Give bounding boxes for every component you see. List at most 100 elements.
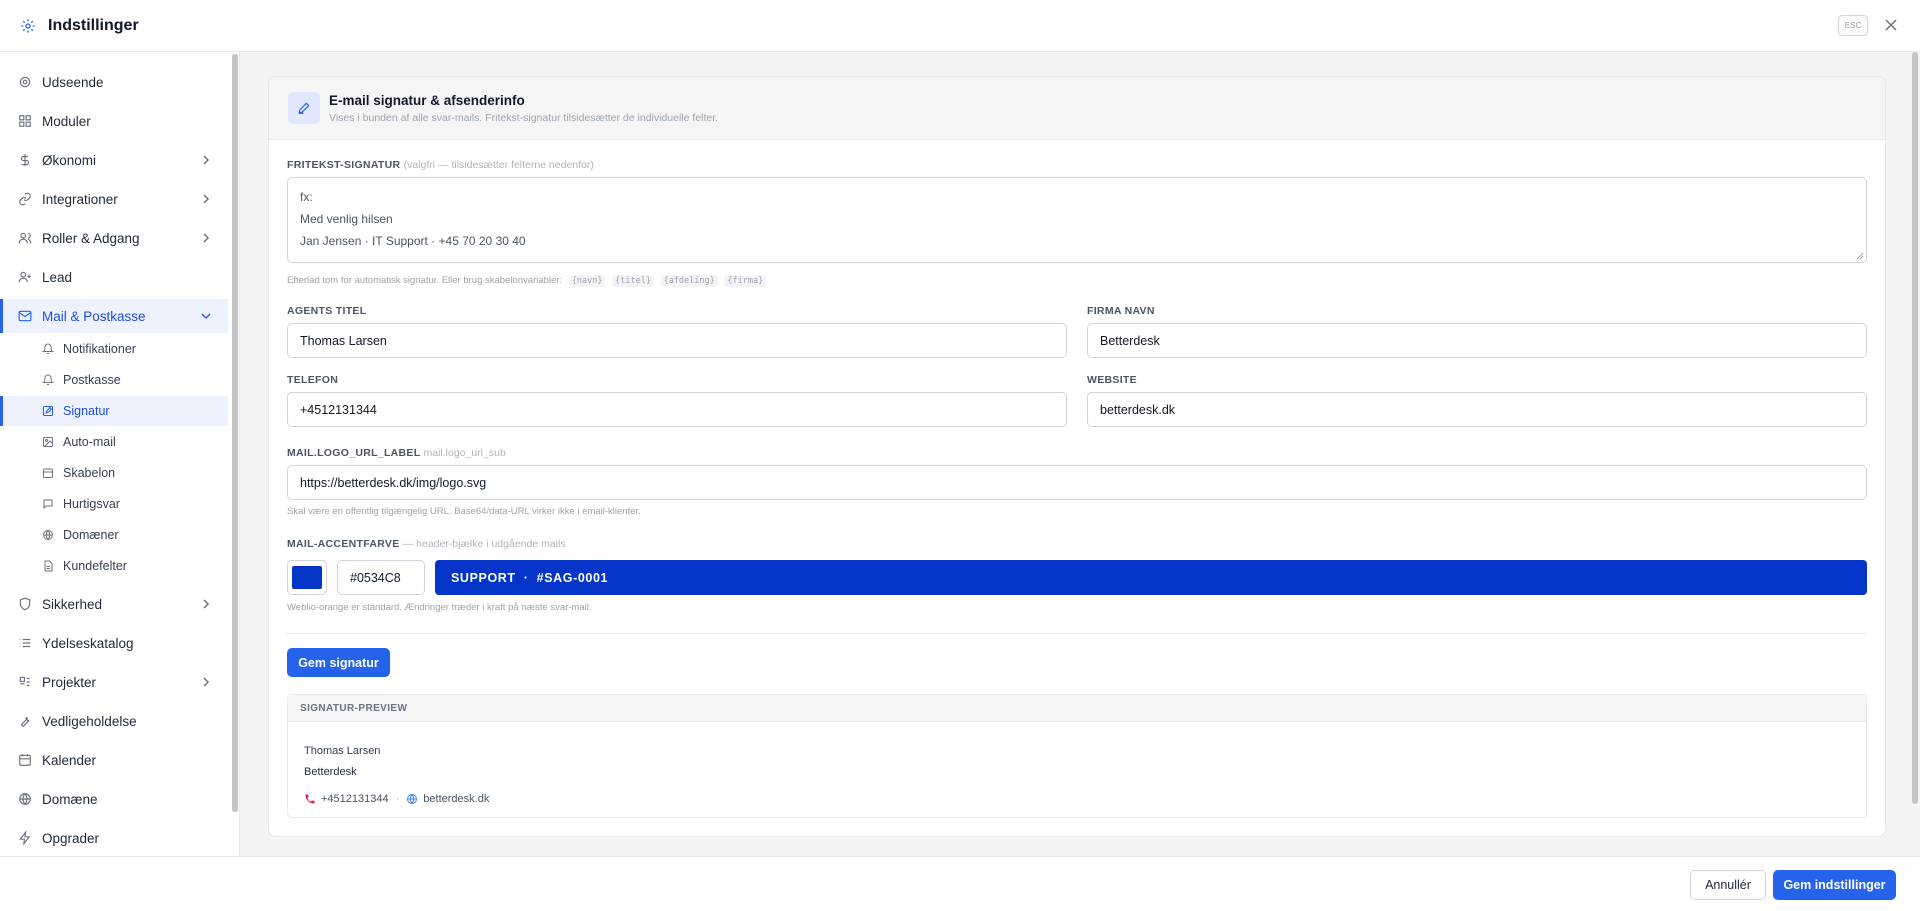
sidebar-item-label: Ydelseskatalog xyxy=(42,635,134,651)
sidebar-item-mail-postkasse[interactable]: Mail & Postkasse xyxy=(0,299,228,333)
settings-footer: Annullér Gem indstillinger xyxy=(0,856,1920,911)
logo-url-label-note: mail.logo_url_sub xyxy=(423,447,506,459)
sidebar-subitem-kundefelter[interactable]: Kundefelter xyxy=(0,551,228,581)
wrench-icon xyxy=(17,714,32,729)
sidebar-item-opgrader[interactable]: Opgrader xyxy=(0,821,228,855)
save-settings-button[interactable]: Gem indstillinger xyxy=(1773,870,1896,900)
phone-label: TELEFON xyxy=(287,374,339,386)
template-var: {afdeling} xyxy=(660,275,718,287)
freetext-label-note: (valgfri — tilsidesætter felterne nedenf… xyxy=(403,159,594,171)
sidebar-item-projekter[interactable]: Projekter xyxy=(0,665,228,699)
signature-preview: SIGNATUR-PREVIEW Thomas Larsen Betterdes… xyxy=(287,694,1867,818)
company-name-input[interactable]: Betterdesk xyxy=(1087,323,1867,358)
close-button[interactable] xyxy=(1882,16,1900,34)
accent-color-label: MAIL-ACCENTFARVE — header-bjælke i udgåe… xyxy=(287,538,566,550)
sidebar-item-sikkerhed[interactable]: Sikkerhed xyxy=(0,587,228,621)
sidebar-item-integrationer[interactable]: Integrationer xyxy=(0,182,228,216)
sidebar-subitem-postkasse[interactable]: Postkasse xyxy=(0,365,228,395)
calendar-icon xyxy=(41,467,54,480)
gear-icon xyxy=(21,18,35,33)
bell-icon xyxy=(41,374,54,387)
chevron-right-icon xyxy=(203,677,210,687)
main-scrollbar[interactable] xyxy=(1912,52,1918,804)
template-var: {firma} xyxy=(724,275,767,287)
template-var: {titel} xyxy=(612,275,654,287)
placeholder-line: Med venlig hilsen xyxy=(300,212,393,226)
user-plus-icon xyxy=(17,270,32,285)
color-picker-button[interactable] xyxy=(287,560,327,595)
sidebar-subitem-skabelon[interactable]: Skabelon xyxy=(0,458,228,488)
sidebar-item-ydelseskatalog[interactable]: Ydelseskatalog xyxy=(0,626,228,660)
chevron-down-icon xyxy=(201,313,211,320)
chevron-right-icon xyxy=(203,233,210,243)
sidebar-subitem-auto-mail[interactable]: Auto-mail xyxy=(0,427,228,457)
accent-banner-preview: SUPPORT · #SAG-0001 xyxy=(435,560,1867,595)
phone-input[interactable]: +4512131344 xyxy=(287,392,1067,427)
dollar-icon xyxy=(17,153,32,168)
color-swatch xyxy=(292,566,322,589)
pencil-icon xyxy=(288,92,320,124)
image-icon xyxy=(41,436,54,449)
sidebar-subitem-label: Domæner xyxy=(63,528,119,542)
save-signature-button[interactable]: Gem signatur xyxy=(287,648,390,677)
shield-icon xyxy=(17,597,32,612)
gear-icon xyxy=(17,75,32,90)
settings-header: Indstillinger xyxy=(0,0,1920,52)
sidebar-subitem-label: Kundefelter xyxy=(63,559,127,573)
freetext-signature-textarea[interactable]: fx: Med venlig hilsen Jan Jensen · IT Su… xyxy=(287,177,1867,263)
sidebar-item-kalender[interactable]: Kalender xyxy=(0,743,228,777)
sidebar-item-roller-adgang[interactable]: Roller & Adgang xyxy=(0,221,228,255)
sidebar-item-label: Kalender xyxy=(42,752,97,768)
sidebar-subitem-label: Hurtigsvar xyxy=(63,497,120,511)
preview-website: betterdesk.dk xyxy=(423,793,490,805)
link-icon xyxy=(17,192,32,207)
sidebar-item-lead[interactable]: Lead xyxy=(0,260,228,294)
logo-url-input[interactable]: https://betterdesk.dk/img/logo.svg xyxy=(287,465,1867,500)
file-icon xyxy=(41,560,54,573)
agent-title-input[interactable]: Thomas Larsen xyxy=(287,323,1067,358)
company-name-label: FIRMA NAVN xyxy=(1087,305,1155,317)
preview-contact: +4512131344 · betterdesk.dk xyxy=(304,793,489,805)
users-icon xyxy=(17,231,32,246)
resize-handle-icon[interactable] xyxy=(1856,252,1864,260)
sidebar-item-okonomi[interactable]: Økonomi xyxy=(0,143,228,177)
sidebar-subitem-signatur[interactable]: Signatur xyxy=(0,396,228,426)
sidebar-item-moduler[interactable]: Moduler xyxy=(0,104,228,138)
accent-hint: Weblio-orange er standard. Ændringer træ… xyxy=(287,602,592,613)
sidebar-subitem-domaener[interactable]: Domæner xyxy=(0,520,228,550)
website-input[interactable]: betterdesk.dk xyxy=(1087,392,1867,427)
placeholder-line: fx: xyxy=(300,190,313,204)
card-title: E-mail signatur & afsenderinfo xyxy=(329,93,525,108)
template-var: {navn} xyxy=(568,275,606,287)
sidebar-item-label: Integrationer xyxy=(42,191,118,207)
sidebar-item-label: Sikkerhed xyxy=(42,596,103,612)
globe-icon xyxy=(17,792,32,807)
sidebar-scrollbar[interactable] xyxy=(233,54,238,812)
edit-icon xyxy=(41,405,54,418)
chevron-right-icon xyxy=(203,194,210,204)
logo-url-label: MAIL.LOGO_URL_LABEL mail.logo_url_sub xyxy=(287,447,506,459)
sidebar-subitem-label: Skabelon xyxy=(63,466,116,480)
sidebar-subitem-notifikationer[interactable]: Notifikationer xyxy=(0,334,228,364)
esc-key-hint: ESC xyxy=(1838,15,1868,36)
bell-icon xyxy=(41,343,54,356)
preview-company: Betterdesk xyxy=(304,766,357,778)
card-subtitle: Vises i bunden af alle svar-mails. Frite… xyxy=(329,112,719,124)
preview-name: Thomas Larsen xyxy=(304,745,381,757)
sidebar-item-domaene[interactable]: Domæne xyxy=(0,782,228,816)
freetext-hint: Efterlad tom for automatisk signatur. El… xyxy=(287,275,767,287)
preview-separator: · xyxy=(395,793,400,805)
preview-phone: +4512131344 xyxy=(321,793,389,805)
sidebar-subitem-hurtigsvar[interactable]: Hurtigsvar xyxy=(0,489,228,519)
bolt-icon xyxy=(17,831,32,846)
project-icon xyxy=(17,675,32,690)
sidebar-item-vedligeholdelse[interactable]: Vedligeholdelse xyxy=(0,704,228,738)
sidebar-item-udseende[interactable]: Udseende xyxy=(0,65,228,99)
preview-heading: SIGNATUR-PREVIEW xyxy=(288,695,1866,722)
freetext-label: FRITEKST-SIGNATUR (valgfri — tilsidesætt… xyxy=(287,159,594,171)
accent-hex-input[interactable]: #0534C8 xyxy=(337,560,425,595)
globe-icon xyxy=(41,529,54,542)
sidebar-item-label: Lead xyxy=(42,269,73,285)
sidebar-item-label: Vedligeholdelse xyxy=(42,713,137,729)
cancel-button[interactable]: Annullér xyxy=(1690,870,1766,900)
